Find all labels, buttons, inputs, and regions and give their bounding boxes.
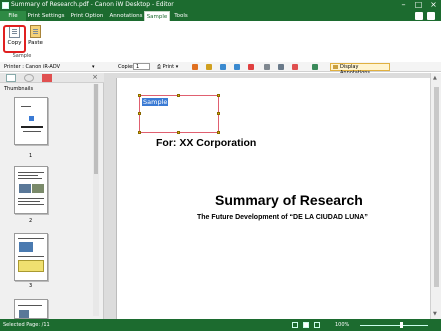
thumb-line [23,131,41,132]
thumb-figure [29,116,34,121]
resize-handle[interactable] [177,94,180,97]
scroll-up-icon[interactable]: ▲ [433,75,437,81]
status-bar: Selected Page: /11 100% [0,319,441,331]
continuous-view-icon[interactable] [303,322,309,328]
insert-icon[interactable] [278,64,284,70]
annotations-tab-icon[interactable] [42,74,52,82]
ribbon: Copy Paste Sample [0,21,441,63]
options-icon[interactable] [427,12,435,20]
thumb-table [18,260,44,272]
chevron-down-icon[interactable]: ▾ [92,64,98,70]
print-preview-icon[interactable] [192,64,198,70]
window-title: Summary of Research.pdf - Canon iW Deskt… [11,1,174,8]
thumb-line [21,106,31,107]
thumbnails-header: Thumbnails [4,86,34,92]
thumb-line [18,172,44,173]
tab-tools[interactable]: Tools [170,11,192,21]
printer-select[interactable]: Printer : Canon iR-ADV [4,64,60,70]
title-bar: Summary of Research.pdf - Canon iW Deskt… [0,0,441,11]
select-icon[interactable] [264,64,270,70]
resize-handle[interactable] [217,131,220,134]
resize-handle[interactable] [138,94,141,97]
extract-icon[interactable] [292,64,298,70]
tab-print-settings[interactable]: Print Settings [26,11,66,21]
zoom-slider[interactable] [360,325,428,326]
scrollbar-thumb[interactable] [434,87,439,287]
maximize-button[interactable]: □ [411,0,426,11]
thumb-line [18,201,40,202]
copy-highlight [3,25,26,53]
thumbnail-scrollbar[interactable] [93,84,99,316]
document-title: Summary of Research [215,192,363,208]
help-icon[interactable] [415,12,423,20]
zoom-slider-knob[interactable] [400,322,403,328]
document-scrollbar[interactable]: ▲ ▼ [430,73,441,319]
thumbnail-page[interactable] [14,233,48,281]
thumb-image [19,242,33,252]
thumb-line [18,175,38,176]
recipient-line: For: XX Corporation [156,137,257,149]
scroll-down-icon[interactable]: ▼ [433,311,437,317]
thumb-image [32,184,44,193]
thumbnail-page[interactable] [14,97,48,145]
undo-icon[interactable] [220,64,226,70]
ribbon-group-label: Sample [12,53,32,59]
sort-icon[interactable] [312,64,318,70]
thumb-image [19,184,31,193]
thumbnails-tab-icon[interactable] [6,74,16,82]
annotation-icon [333,65,338,69]
document-subtitle: The Future Development of “DE LA CIUDAD … [197,214,368,221]
app-icon [2,2,9,9]
zoom-level: 100% [335,322,350,328]
tab-print-option[interactable]: Print Option [67,11,107,21]
resize-handle[interactable] [138,112,141,115]
close-button[interactable]: × [426,0,441,11]
tab-annotations[interactable]: Annotations [108,11,144,21]
paste-label: Paste [28,40,43,46]
comments-tab-icon[interactable] [24,74,34,82]
document-page[interactable]: Sample For: XX Corporation Summary of Re… [116,78,430,319]
thumb-line [18,178,42,179]
delete-icon[interactable] [248,64,254,70]
thumb-line [18,238,44,239]
thumbnail-number: 2 [29,218,33,224]
edit-icon[interactable] [206,64,212,70]
resize-handle[interactable] [138,131,141,134]
thumb-title [21,126,43,128]
document-view: Sample For: XX Corporation Summary of Re… [104,73,430,319]
print-button[interactable]: ⎙ Print ▾ [157,64,178,70]
thumb-line [18,198,44,199]
thumb-line [18,305,42,306]
print-label: Print [162,64,175,70]
thumbnail-number: 3 [29,283,33,289]
redo-icon[interactable] [234,64,240,70]
paste-button[interactable]: Paste [26,24,45,51]
selected-page-status: Selected Page: /11 [3,322,50,328]
thumb-image [19,310,29,318]
annotation-text[interactable]: Sample [142,98,169,106]
display-annotations-button[interactable]: Display Annotations [330,63,390,76]
resize-handle[interactable] [217,94,220,97]
ribbon-tabs: File Print Settings Print Option Annotat… [0,11,441,21]
thumb-line [18,256,44,257]
copies-stepper[interactable]: 1 [133,63,150,70]
resize-handle[interactable] [177,131,180,134]
tab-file[interactable]: File [0,11,26,21]
thumbnail-page[interactable] [14,166,48,214]
two-page-view-icon[interactable] [314,322,320,328]
resize-handle[interactable] [217,112,220,115]
pane-tabs: × [0,73,104,83]
single-page-view-icon[interactable] [292,322,298,328]
thumb-line [18,204,44,205]
thumbnail-pane: × Thumbnails 1 2 3 [0,73,104,319]
thumbnail-number: 1 [29,153,33,159]
sample-annotation[interactable]: Sample [138,94,220,134]
scrollbar-thumb[interactable] [94,84,98,174]
close-icon[interactable]: × [92,73,98,81]
thumbnail-page[interactable] [14,299,48,319]
print-toolbar: Printer : Canon iR-ADV ▾ Copies 1 ⎙ Prin… [0,62,441,76]
tab-sample[interactable]: Sample [144,11,170,21]
minimize-button[interactable]: – [396,0,411,11]
paste-icon [30,25,41,38]
